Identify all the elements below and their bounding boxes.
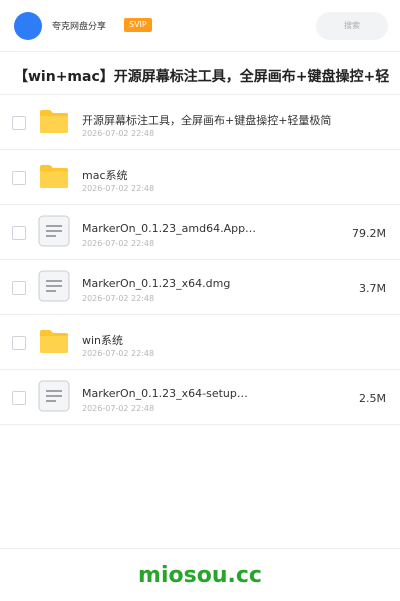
row-checkbox[interactable]	[12, 281, 26, 295]
row-checkbox[interactable]	[12, 171, 26, 185]
file-date: 2026-07-02 22:48	[82, 129, 155, 138]
document-icon	[38, 380, 70, 412]
file-date: 2026-07-02 22:48	[82, 404, 155, 413]
file-name[interactable]: MarkerOn_0.1.23_x64-setup…	[82, 387, 272, 400]
row-checkbox[interactable]	[12, 116, 26, 130]
file-size: 3.7M	[359, 282, 386, 295]
list-item[interactable]: win系统 2026-07-02 22:48	[0, 315, 400, 370]
brand-name: 夸克网盘分享	[52, 22, 107, 32]
document-icon	[38, 215, 70, 247]
folder-icon	[40, 165, 68, 188]
list-item[interactable]: 开源屏幕标注工具，全屏画布+键盘操控+轻量极简 2026-07-02 22:48	[0, 95, 400, 150]
list-item[interactable]: MarkerOn_0.1.23_x64-setup… 2026-07-02 22…	[0, 370, 400, 425]
folder-icon	[40, 330, 68, 353]
search-input[interactable]: 搜索	[316, 12, 388, 40]
list-item[interactable]: mac系统 2026-07-02 22:48	[0, 150, 400, 205]
file-date: 2026-07-02 22:48	[82, 239, 155, 248]
file-date: 2026-07-02 22:48	[82, 294, 155, 303]
svip-badge: SVIP	[124, 18, 152, 32]
footer: miosou.cc	[0, 548, 400, 601]
row-checkbox[interactable]	[12, 336, 26, 350]
file-name[interactable]: mac系统	[82, 167, 272, 183]
file-name[interactable]: MarkerOn_0.1.23_x64.dmg	[82, 277, 272, 290]
folder-icon	[40, 110, 68, 133]
list-item[interactable]: MarkerOn_0.1.23_amd64.App… 2026-07-02 22…	[0, 205, 400, 260]
row-checkbox[interactable]	[12, 226, 26, 240]
file-list: 开源屏幕标注工具，全屏画布+键盘操控+轻量极简 2026-07-02 22:48…	[0, 94, 400, 425]
share-title: 【win+mac】开源屏幕标注工具，全屏画布+键盘操控+轻	[14, 69, 390, 85]
document-icon	[38, 270, 70, 302]
file-name[interactable]: 开源屏幕标注工具，全屏画布+键盘操控+轻量极简	[82, 112, 372, 128]
file-size: 79.2M	[352, 227, 386, 240]
row-checkbox[interactable]	[12, 391, 26, 405]
file-date: 2026-07-02 22:48	[82, 349, 155, 358]
avatar[interactable]	[14, 12, 42, 40]
file-name[interactable]: win系统	[82, 332, 272, 348]
file-size: 2.5M	[359, 392, 386, 405]
file-name[interactable]: MarkerOn_0.1.23_amd64.App…	[82, 222, 272, 235]
list-item[interactable]: MarkerOn_0.1.23_x64.dmg 2026-07-02 22:48…	[0, 260, 400, 315]
top-bar: 夸克网盘分享 SVIP 搜索	[0, 0, 400, 52]
file-date: 2026-07-02 22:48	[82, 184, 155, 193]
site-watermark: miosou.cc	[138, 563, 262, 588]
